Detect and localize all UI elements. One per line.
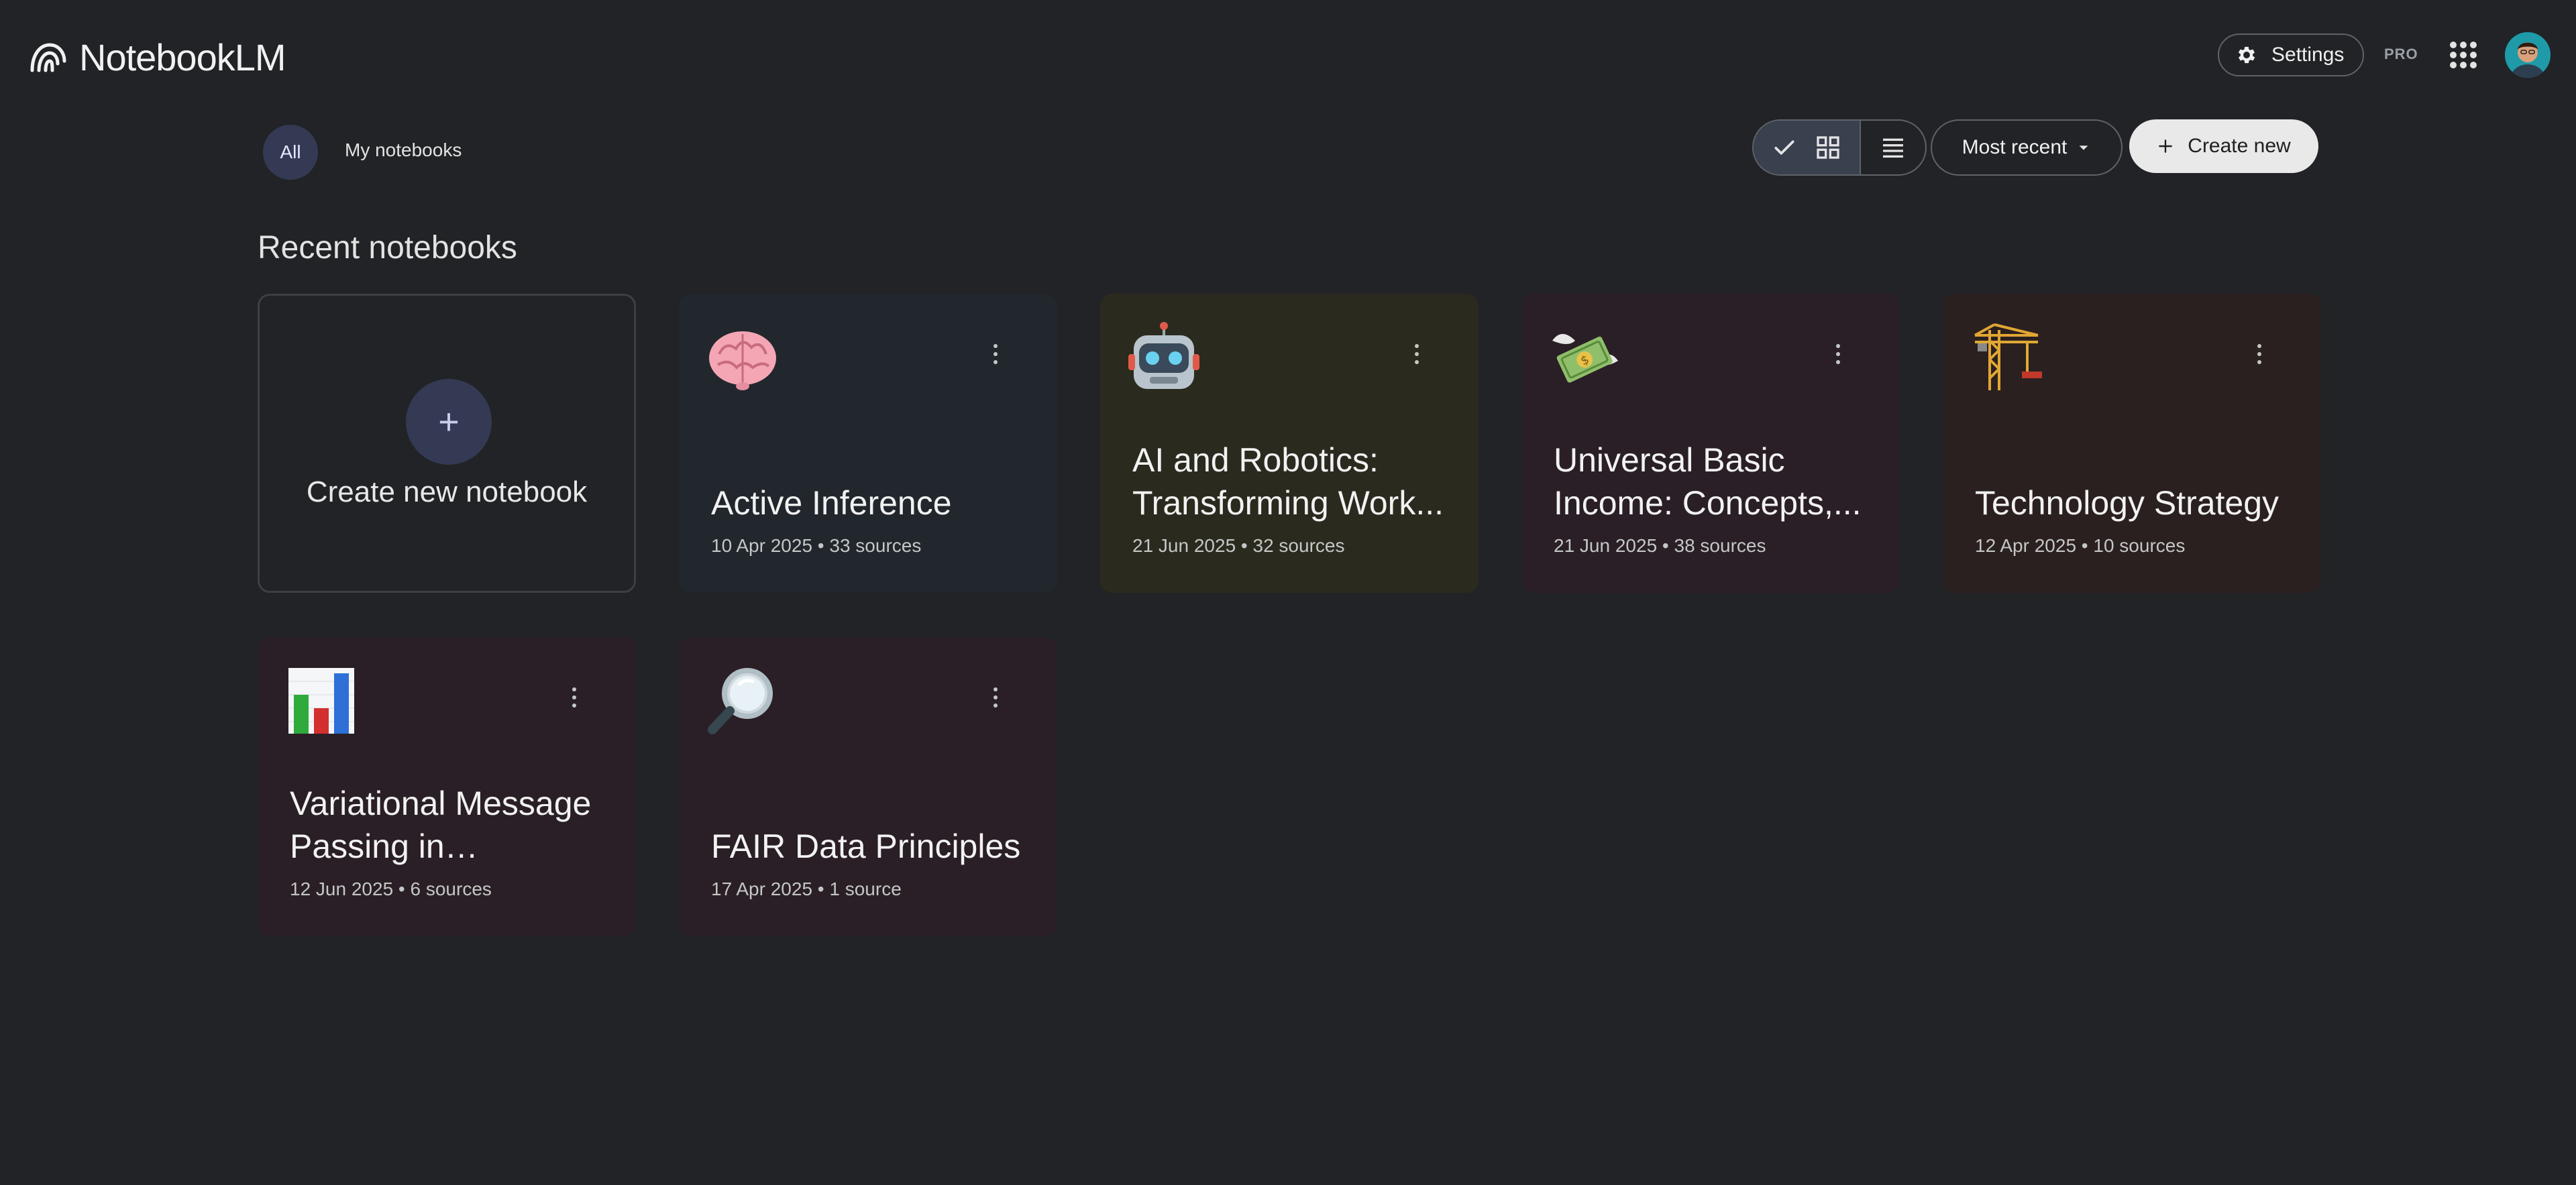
account-avatar[interactable] (2505, 32, 2551, 78)
grid-view-button[interactable] (1754, 121, 1860, 174)
plus-icon: + (406, 379, 492, 465)
robot-icon (1127, 321, 1201, 394)
notebook-meta: 12 Apr 2025 • 10 sources (1975, 535, 2186, 556)
app-logo[interactable]: NotebookLM (30, 34, 286, 80)
more-vert-icon[interactable] (987, 684, 1004, 711)
notebook-meta: 21 Jun 2025 • 38 sources (1554, 535, 1766, 556)
notebook-card[interactable]: $ Universal Basic Income: Concepts,... 2… (1521, 294, 1900, 593)
notebook-title: Universal Basic Income: Concepts,... (1554, 441, 1862, 522)
more-vert-icon[interactable] (1409, 341, 1425, 368)
filter-my-notebooks[interactable]: My notebooks (345, 139, 462, 161)
notebooklm-logo-icon (30, 43, 66, 72)
section-title: Recent notebooks (258, 230, 517, 266)
notebook-title: Variational Message Passing in Bayesian.… (290, 785, 592, 865)
list-view-button[interactable] (1860, 121, 1925, 174)
apps-grid-icon[interactable] (2449, 40, 2478, 70)
sort-label: Most recent (1962, 136, 2068, 158)
gear-icon (2238, 46, 2255, 64)
grid-icon (1817, 136, 1839, 159)
check-icon (1774, 140, 1794, 155)
more-vert-icon[interactable] (987, 341, 1004, 368)
top-bar: NotebookLM Settings PRO (0, 0, 2576, 111)
notebook-card[interactable]: Technology Strategy 12 Apr 2025 • 10 sou… (1943, 294, 2321, 593)
create-new-label: Create new (2188, 135, 2291, 157)
notebook-card[interactable]: FAIR Data Principles 17 Apr 2025 • 1 sou… (679, 637, 1057, 936)
notebook-card[interactable]: Variational Message Passing in Bayesian.… (258, 637, 636, 936)
notebook-card[interactable]: Active Inference 10 Apr 2025 • 33 source… (679, 294, 1057, 593)
notebook-meta: 21 Jun 2025 • 32 sources (1132, 535, 1345, 556)
more-vert-icon[interactable] (566, 684, 582, 711)
create-notebook-label: Create new notebook (306, 475, 588, 508)
bar-chart-icon (284, 664, 358, 738)
sort-dropdown[interactable]: Most recent (1931, 119, 2123, 176)
app-name: NotebookLM (79, 36, 286, 78)
notebook-title: FAIR Data Principles (711, 828, 1021, 865)
notebook-meta: 10 Apr 2025 • 33 sources (711, 535, 922, 556)
create-notebook-card[interactable]: + Create new notebook (258, 294, 636, 593)
more-vert-icon[interactable] (1830, 341, 1846, 368)
notebook-meta: 17 Apr 2025 • 1 source (711, 879, 902, 899)
construction-crane-icon (1970, 321, 2043, 394)
settings-button[interactable]: Settings (2218, 34, 2364, 76)
brain-icon (706, 321, 780, 394)
plus-icon (2159, 139, 2173, 153)
notebook-title: AI and Robotics: Transforming Work... (1132, 441, 1444, 522)
notebook-title: Active Inference (711, 484, 952, 522)
settings-label: Settings (2271, 44, 2345, 66)
filter-all-chip[interactable]: All (263, 125, 318, 180)
money-with-wings-icon: $ (1548, 321, 1622, 394)
list-icon (1883, 138, 1903, 158)
caret-down-icon (2079, 146, 2088, 150)
pro-badge: PRO (2384, 46, 2418, 62)
magnifying-glass-icon (706, 664, 780, 738)
view-toggle (1752, 119, 1927, 176)
create-new-button[interactable]: Create new (2129, 119, 2318, 173)
notebook-meta: 12 Jun 2025 • 6 sources (290, 879, 492, 899)
more-vert-icon[interactable] (2251, 341, 2267, 368)
notebook-card[interactable]: AI and Robotics: Transforming Work... 21… (1100, 294, 1479, 593)
avatar-image (2505, 32, 2551, 78)
notebook-title: Technology Strategy (1975, 484, 2279, 522)
